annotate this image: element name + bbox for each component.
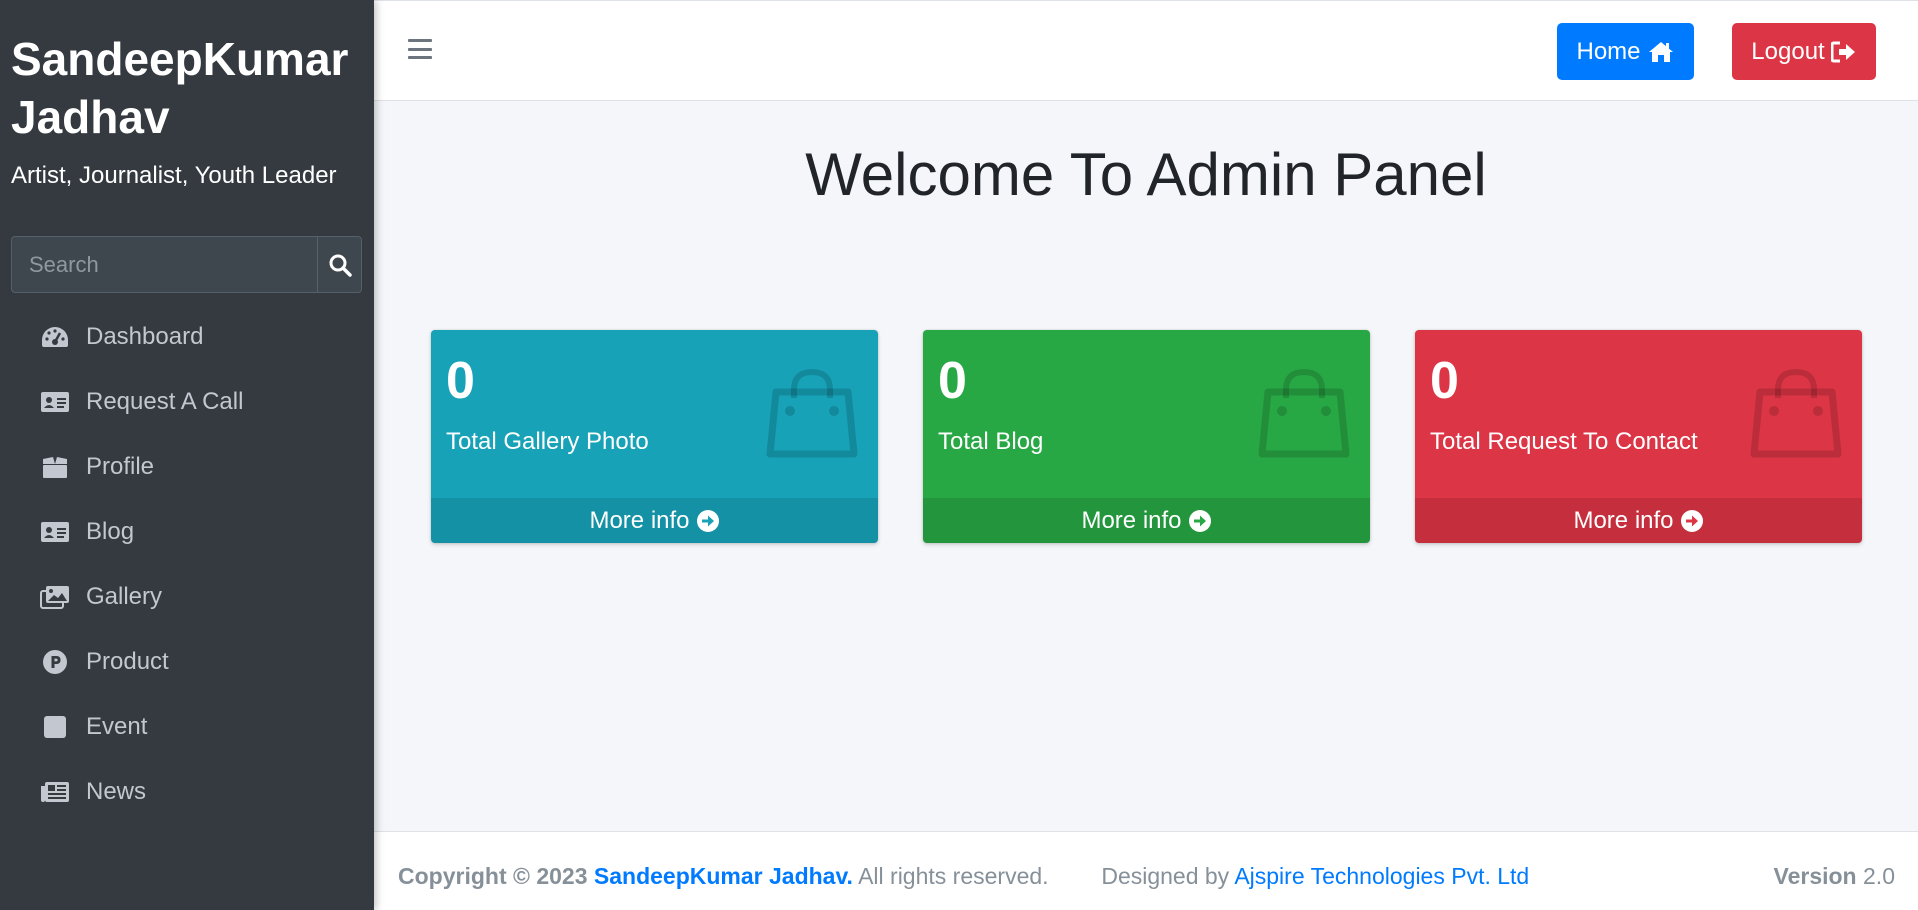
copyright-text: Copyright © 2023 [398, 863, 588, 889]
square-icon [40, 712, 70, 742]
sidebar-item-profile[interactable]: Profile [0, 434, 374, 499]
sidebar: SandeepKumar Jadhav Artist, Journalist, … [0, 0, 374, 910]
footer-version: Version 2.0 [1774, 863, 1895, 890]
company-link[interactable]: Ajspire Technologies Pvt. Ltd [1234, 863, 1529, 889]
sidebar-item-gallery[interactable]: Gallery [0, 564, 374, 629]
stat-card-contact-requests: 0 Total Request To Contact More info [1415, 330, 1862, 543]
footer-copyright: Copyright © 2023 SandeepKumar Jadhav. Al… [398, 863, 1529, 890]
product-p-icon [40, 647, 70, 677]
designed-by-text: Designed by [1101, 863, 1230, 889]
more-info-link[interactable]: More info [1415, 498, 1862, 543]
arrow-circle-right-icon [1680, 509, 1703, 532]
brand-name[interactable]: SandeepKumar Jadhav [0, 0, 360, 146]
logout-button-label: Logout [1751, 37, 1825, 65]
sidebar-item-label: Dashboard [86, 322, 204, 350]
version-value: 2.0 [1863, 863, 1895, 889]
version-label: Version [1773, 863, 1857, 889]
tachometer-icon [40, 322, 70, 352]
sidebar-item-label: Request A Call [86, 387, 244, 415]
home-button-label: Home [1576, 37, 1641, 65]
more-info-label: More info [1081, 506, 1182, 534]
sidebar-item-product[interactable]: Product [0, 629, 374, 694]
more-info-link[interactable]: More info [431, 498, 878, 543]
sidebar-item-request-a-call[interactable]: Request A Call [0, 369, 374, 434]
home-icon [1648, 41, 1673, 62]
stat-card-blog: 0 Total Blog More info [923, 330, 1370, 543]
sidebar-item-label: News [86, 777, 147, 805]
more-info-label: More info [1573, 506, 1674, 534]
id-card-icon [40, 517, 70, 547]
sidebar-item-blog[interactable]: Blog [0, 499, 374, 564]
images-icon [40, 582, 70, 612]
search-input[interactable] [12, 237, 317, 292]
more-info-label: More info [589, 506, 690, 534]
logout-button[interactable]: Logout [1732, 23, 1876, 80]
stat-count: 0 [1430, 352, 1459, 410]
search-box [11, 236, 362, 293]
search-icon [329, 254, 352, 277]
arrow-circle-right-icon [696, 509, 719, 532]
stat-label: Total Gallery Photo [446, 428, 649, 455]
stat-label: Total Request To Contact [1430, 428, 1698, 455]
newspaper-icon [40, 777, 70, 807]
arrow-circle-right-icon [1188, 509, 1211, 532]
stat-count: 0 [446, 352, 475, 410]
id-card-icon [40, 387, 70, 417]
brand-tagline: Artist, Journalist, Youth Leader [11, 162, 337, 189]
rights-text: All rights reserved. [858, 863, 1049, 889]
sidebar-item-label: Profile [86, 452, 155, 480]
stat-card-gallery: 0 Total Gallery Photo More info [431, 330, 878, 543]
sidebar-item-label: Blog [86, 517, 135, 545]
page-title: Welcome To Admin Panel [805, 141, 1487, 208]
search-button[interactable] [317, 237, 361, 292]
menu-toggle-icon[interactable] [408, 37, 432, 61]
sidebar-nav: Dashboard Request A Call Profile Blog Ga… [0, 304, 374, 824]
shopping-bag-icon [1258, 368, 1350, 458]
page-footer: Copyright © 2023 SandeepKumar Jadhav. Al… [374, 831, 1918, 910]
home-button[interactable]: Home [1557, 23, 1694, 80]
stat-count: 0 [938, 352, 967, 410]
top-navbar: Home Logout [374, 0, 1918, 101]
more-info-link[interactable]: More info [923, 498, 1370, 543]
sidebar-item-label: Event [86, 712, 148, 740]
sidebar-item-dashboard[interactable]: Dashboard [0, 304, 374, 369]
sidebar-item-news[interactable]: News [0, 759, 374, 824]
sign-out-icon [1830, 41, 1855, 62]
sidebar-item-event[interactable]: Event [0, 694, 374, 759]
owner-link[interactable]: SandeepKumar Jadhav. [594, 863, 853, 889]
stat-label: Total Blog [938, 428, 1044, 455]
sidebar-item-label: Product [86, 647, 169, 675]
box-open-icon [40, 452, 70, 482]
shopping-bag-icon [1750, 368, 1842, 458]
shopping-bag-icon [766, 368, 858, 458]
sidebar-item-label: Gallery [86, 582, 163, 610]
